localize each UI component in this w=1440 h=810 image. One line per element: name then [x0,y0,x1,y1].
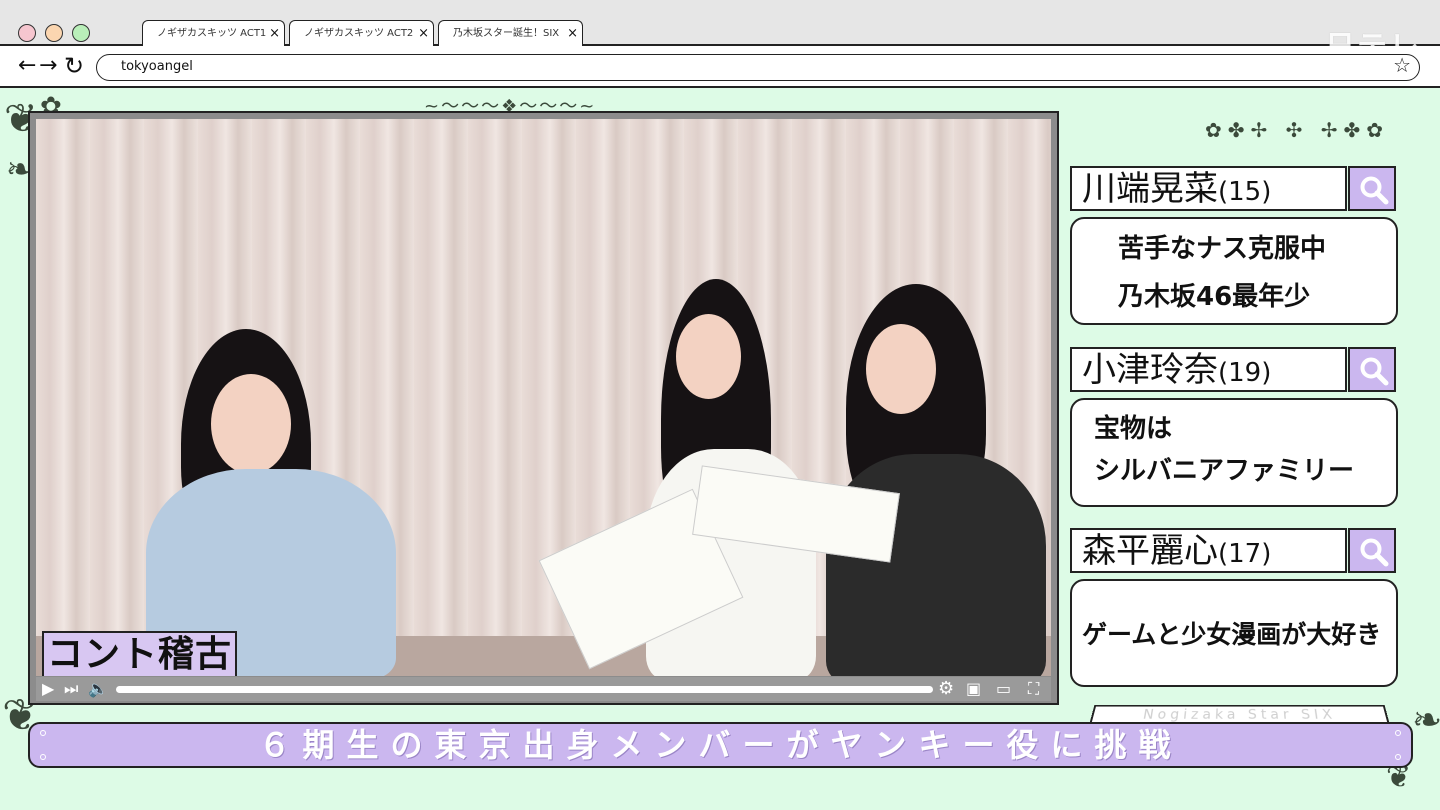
tab-close-icon[interactable]: × [567,21,578,46]
browser-navbar: ← → ↻ tokyoangel ☆ [0,46,1440,88]
banner-dot [1395,730,1401,736]
video-frame-image[interactable]: コント稽古 [36,119,1051,676]
video-controls: ▶ ⏭ 🔈 ⚙ ▣ ▭ ⛶ [36,677,1051,701]
profile-description-3: ゲームと少女漫画が大好き [1070,579,1398,687]
skip-next-icon[interactable]: ⏭ [64,677,78,701]
member-age: (19) [1218,358,1272,388]
profile-description-2: 宝物は シルバニアファミリー [1070,398,1398,507]
show-tagline: Nogizaka Star SIX [1089,704,1390,724]
window-minimize-button[interactable] [45,24,63,42]
tab-act2[interactable]: ノギザカスキッツ ACT2 × [289,20,434,47]
tab-act1[interactable]: ノギザカスキッツ ACT1 × [142,20,285,47]
url-text: tokyoangel [121,59,193,74]
progress-bar[interactable] [116,686,933,693]
description-line: シルバニアファミリー [1094,456,1355,486]
profile-description-1: 苦手なナス克服中 乃木坂46最年少 [1070,217,1398,325]
tab-label: ノギザカスキッツ ACT1 [157,28,267,39]
theater-icon[interactable]: ▭ [996,677,1011,701]
leaf-decoration-icon: ❧ [1412,700,1440,741]
headline-banner: ６期生の東京出身メンバーがヤンキー役に挑戦 [28,722,1413,768]
member-age: (15) [1218,177,1272,207]
search-icon [1360,538,1389,567]
member-name: 川端晃菜 [1082,169,1218,209]
banner-dot [40,754,46,760]
arrow-right-icon[interactable]: → [39,53,57,79]
arrow-left-icon[interactable]: ← [18,53,36,79]
browser-titlebar: ノギザカスキッツ ACT1 × ノギザカスキッツ ACT2 × 乃木坂スター誕生… [0,0,1440,65]
window-maximize-button[interactable] [72,24,90,42]
description-line: ゲームと少女漫画が大好き [1082,620,1382,649]
volume-icon[interactable]: 🔈 [88,677,108,701]
flower-decoration-icon: ✿✤✢ ✣ ✢✤✿ [1205,118,1390,142]
search-button[interactable] [1348,528,1396,573]
scene-caption: コント稽古 [42,631,237,676]
description-line: 乃木坂46最年少 [1118,282,1311,312]
fullscreen-icon[interactable]: ⛶ [1028,677,1039,701]
video-player[interactable]: コント稽古 ▶ ⏭ 🔈 ⚙ ▣ ▭ ⛶ [28,111,1059,705]
banner-dot [40,730,46,736]
description-line: 苦手なナス克服中 [1118,234,1327,264]
search-button[interactable] [1348,347,1396,392]
url-input[interactable]: tokyoangel ☆ [96,53,1420,81]
banner-dot [1395,754,1401,760]
search-icon [1360,357,1389,386]
description-line: 宝物は [1094,414,1173,444]
search-button[interactable] [1348,166,1396,211]
person-right [796,284,1051,676]
tab-close-icon[interactable]: × [269,21,280,46]
search-icon [1360,176,1389,205]
tab-close-icon[interactable]: × [418,21,429,46]
tab-label: ノギザカスキッツ ACT2 [304,28,414,39]
member-name: 小津玲奈 [1082,350,1218,390]
profile-name-2: 小津玲奈(19) [1070,347,1347,392]
star-icon[interactable]: ☆ [1393,53,1411,77]
profile-name-1: 川端晃菜(15) [1070,166,1347,211]
member-name: 森平麗心 [1082,531,1218,571]
profile-name-3: 森平麗心(17) [1070,528,1347,573]
person-left [136,319,436,676]
settings-icon[interactable]: ⚙ [938,677,954,701]
miniplayer-icon[interactable]: ▣ [966,677,981,701]
tab-label: 乃木坂スター誕生！SIX [453,28,560,39]
reload-icon[interactable]: ↻ [64,53,84,79]
headline-text: ６期生の東京出身メンバーがヤンキー役に挑戦 [258,726,1183,764]
play-icon[interactable]: ▶ [42,677,54,701]
tab-star-six[interactable]: 乃木坂スター誕生！SIX × [438,20,583,48]
window-close-button[interactable] [18,24,36,42]
member-age: (17) [1218,539,1272,569]
